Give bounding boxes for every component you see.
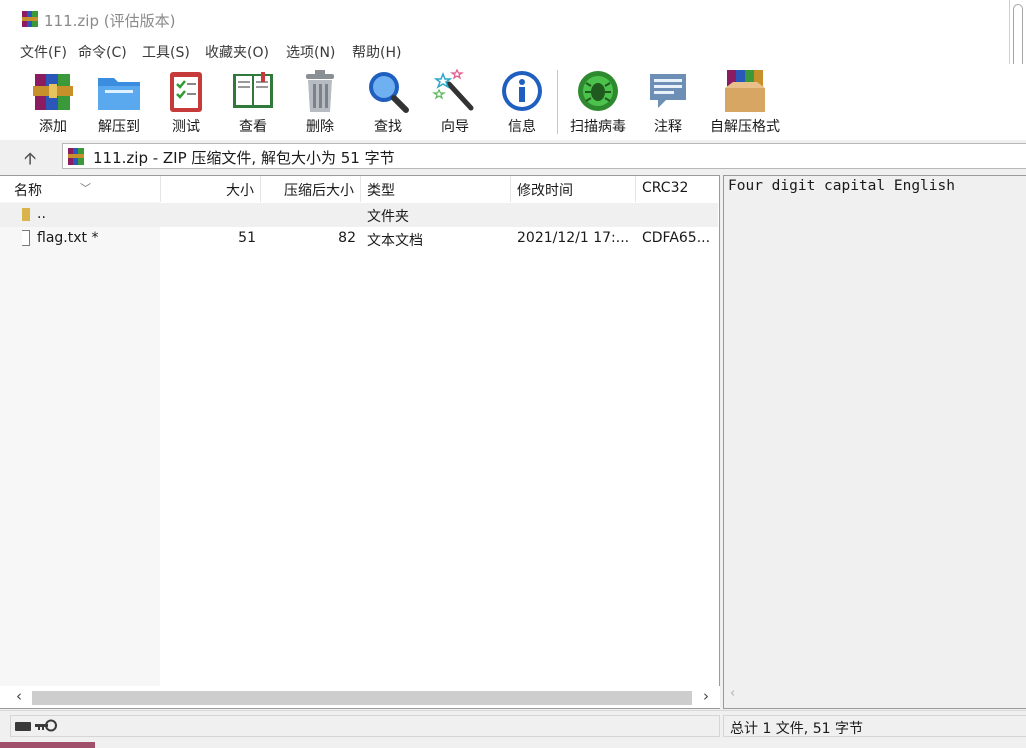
column-header-packed-label: 压缩后大小	[284, 183, 354, 199]
status-right-panel: 总计 1 文件, 51 字节	[723, 715, 1026, 737]
cell-name: ..	[37, 206, 46, 222]
toolbar: 添加 解压到 测试 查看 删除 查找 向导 信息 扫描病毒 注释 自解压格式	[0, 64, 1026, 141]
key-icon[interactable]	[35, 719, 57, 732]
preview-scroll-left-icon[interactable]: ‹	[730, 686, 735, 701]
winrar-window: 111.zip (评估版本) 文件(F) 命令(C) 工具(S) 收藏夹(O) …	[0, 0, 1026, 742]
status-left-panel	[10, 715, 720, 737]
comment-text: Four digit capital English	[728, 178, 955, 194]
horizontal-scrollbar[interactable]: ‹ ›	[0, 686, 720, 708]
column-header-modified-label: 修改时间	[517, 183, 573, 199]
cell-name: flag.txt *	[37, 230, 99, 246]
menu-help[interactable]: 帮助(H)	[352, 42, 401, 62]
folder-icon	[22, 208, 30, 221]
path-text: 111.zip - ZIP 压缩文件, 解包大小为 51 字节	[93, 149, 395, 167]
up-arrow-icon[interactable]: 🡩	[24, 146, 36, 175]
find-button-label: 查找	[374, 119, 402, 135]
comment-icon	[650, 74, 686, 108]
menu-commands[interactable]: 命令(C)	[78, 42, 127, 62]
column-header-crc-label: CRC32	[642, 180, 689, 196]
column-header-type[interactable]: 类型	[361, 176, 511, 202]
column-header-name[interactable]: ﹀ 名称	[0, 176, 161, 202]
column-header-modified[interactable]: 修改时间	[511, 176, 636, 202]
archive-icon	[68, 148, 84, 165]
view-button[interactable]: 查看	[220, 68, 286, 138]
scroll-right-icon[interactable]: ›	[703, 687, 709, 705]
toolbar-separator	[557, 70, 558, 134]
name-column-background	[0, 202, 160, 688]
sort-chevron-down-icon: ﹀	[80, 182, 91, 195]
info-button-label: 信息	[508, 119, 536, 135]
test-button-label: 测试	[172, 119, 200, 135]
add-archive-icon	[33, 74, 73, 110]
menu-bar: 文件(F) 命令(C) 工具(S) 收藏夹(O) 选项(N) 帮助(H)	[0, 38, 1010, 64]
column-header-crc[interactable]: CRC32	[636, 176, 719, 202]
cell-size: 51	[238, 230, 256, 246]
extract-to-icon	[98, 78, 140, 110]
virus-scan-button-label: 扫描病毒	[570, 119, 626, 135]
extract-to-button[interactable]: 解压到	[86, 68, 152, 138]
cell-type: 文本文档	[367, 233, 423, 249]
title-bar[interactable]: 111.zip (评估版本)	[0, 0, 1010, 38]
wizard-wand-icon	[432, 68, 474, 111]
cell-type: 文件夹	[367, 209, 409, 225]
extract-to-button-label: 解压到	[98, 119, 140, 135]
add-button[interactable]: 添加	[20, 68, 86, 138]
menu-tools[interactable]: 工具(S)	[142, 42, 190, 62]
table-row[interactable]: .. 文件夹	[0, 203, 718, 227]
delete-button-label: 删除	[306, 119, 334, 135]
comment-preview-pane[interactable]: Four digit capital English ‹	[723, 175, 1026, 709]
virus-scan-button[interactable]: 扫描病毒	[565, 68, 631, 138]
comment-button-label: 注释	[654, 119, 682, 135]
horizontal-scrollbar-thumb[interactable]	[32, 691, 692, 705]
info-button[interactable]: 信息	[489, 68, 555, 138]
sfx-button[interactable]: 自解压格式	[706, 68, 784, 138]
wizard-button-label: 向导	[441, 119, 469, 135]
add-button-label: 添加	[39, 119, 67, 135]
find-button[interactable]: 查找	[355, 68, 421, 138]
comment-button[interactable]: 注释	[635, 68, 701, 138]
column-header-size-label: 大小	[226, 183, 254, 199]
status-summary: 总计 1 文件, 51 字节	[730, 721, 863, 737]
table-row[interactable]: flag.txt * 51 82 文本文档 2021/12/1 17:... C…	[0, 227, 718, 251]
window-title: 111.zip (评估版本)	[44, 12, 176, 30]
cell-modified: 2021/12/1 17:...	[517, 230, 630, 246]
status-bar: 总计 1 文件, 51 字节	[0, 710, 1026, 741]
sfx-button-label: 自解压格式	[710, 119, 780, 135]
virus-scan-icon	[578, 71, 618, 111]
keyboard-icon	[15, 722, 31, 731]
scroll-left-icon[interactable]: ‹	[16, 687, 22, 705]
cell-crc: CDFA65...	[642, 230, 711, 246]
wizard-button[interactable]: 向导	[422, 68, 488, 138]
delete-button[interactable]: 删除	[287, 68, 353, 138]
column-header-size[interactable]: 大小	[161, 176, 261, 202]
column-header-packed[interactable]: 压缩后大小	[261, 176, 361, 202]
sfx-box-icon	[725, 70, 765, 112]
test-button[interactable]: 测试	[153, 68, 219, 138]
winrar-app-icon	[22, 11, 38, 27]
path-field[interactable]: 111.zip - ZIP 压缩文件, 解包大小为 51 字节	[62, 143, 1026, 169]
column-header-type-label: 类型	[367, 183, 395, 199]
magnifier-icon	[369, 72, 409, 113]
menu-favorites[interactable]: 收藏夹(O)	[205, 42, 269, 62]
menu-options[interactable]: 选项(N)	[286, 42, 335, 62]
view-book-icon	[233, 72, 273, 108]
column-header-name-label: 名称	[14, 183, 42, 199]
menu-file[interactable]: 文件(F)	[20, 42, 67, 62]
text-file-icon	[22, 230, 30, 246]
trash-icon	[306, 70, 334, 112]
test-icon	[170, 72, 202, 112]
view-button-label: 查看	[239, 119, 267, 135]
file-list: ﹀ 名称 大小 压缩后大小 类型 修改时间 CRC32 .. 文件夹 flag.…	[0, 175, 720, 709]
address-bar: 🡩 111.zip - ZIP 压缩文件, 解包大小为 51 字节	[0, 140, 1026, 172]
cell-packed: 82	[338, 230, 356, 246]
info-icon	[502, 71, 542, 111]
